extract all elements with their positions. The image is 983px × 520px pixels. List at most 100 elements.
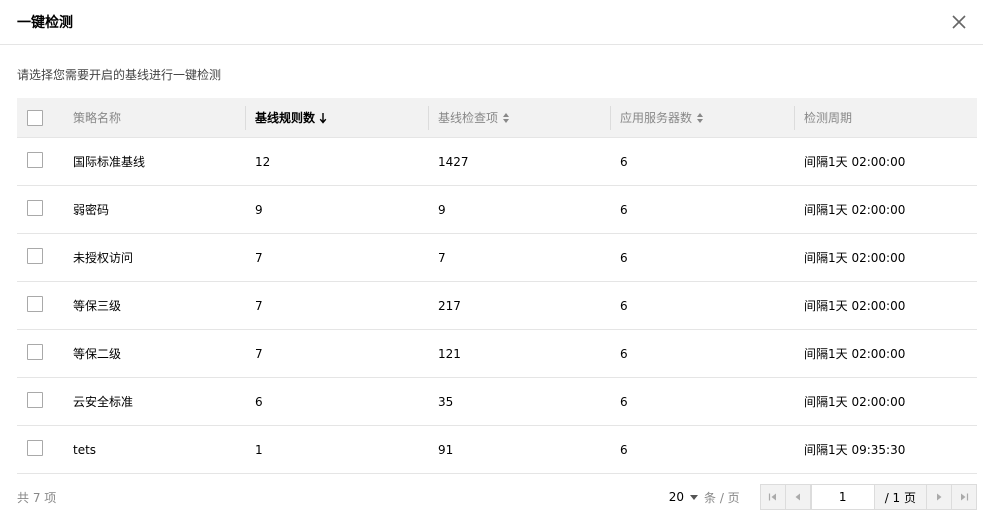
servers-cell: 6 bbox=[610, 155, 794, 169]
rule-count: 7 bbox=[255, 250, 263, 265]
sort-icon[interactable] bbox=[696, 112, 704, 124]
sort-icon[interactable] bbox=[502, 112, 510, 124]
column-label: 基线规则数 bbox=[255, 111, 316, 125]
detection-cycle: 间隔1天 02:00:00 bbox=[804, 203, 906, 217]
page-size-value: 20 bbox=[668, 490, 684, 504]
column-label: 应用服务器数 bbox=[620, 111, 693, 125]
column-divider bbox=[794, 105, 795, 130]
name-cell: 国际标准基线 bbox=[73, 153, 245, 170]
items-cell: 1427 bbox=[428, 155, 610, 169]
policy-name: 等保三级 bbox=[73, 299, 122, 313]
server-count: 6 bbox=[620, 202, 628, 217]
cycle-cell: 间隔1天 02:00:00 bbox=[794, 345, 977, 362]
server-count: 6 bbox=[620, 298, 628, 313]
server-count: 6 bbox=[620, 250, 628, 265]
check-item-count: 91 bbox=[438, 442, 454, 457]
row-check-cell bbox=[17, 344, 73, 363]
close-icon[interactable] bbox=[947, 10, 971, 34]
name-cell: tets bbox=[73, 443, 245, 457]
row-checkbox[interactable] bbox=[27, 248, 43, 264]
detection-cycle: 间隔1天 02:00:00 bbox=[804, 251, 906, 265]
items-cell: 7 bbox=[428, 251, 610, 265]
table-row[interactable]: tets 1 91 6 间隔1天 09:35:30 bbox=[17, 426, 977, 474]
column-header-rules[interactable]: 基线规则数 bbox=[245, 98, 428, 138]
rule-count: 12 bbox=[255, 154, 271, 169]
row-check-cell bbox=[17, 296, 73, 315]
row-checkbox[interactable] bbox=[27, 200, 43, 216]
rule-count: 9 bbox=[255, 202, 263, 217]
row-checkbox[interactable] bbox=[27, 392, 43, 408]
select-all-cell bbox=[17, 98, 73, 138]
column-divider bbox=[428, 105, 429, 130]
policy-name: 等保二级 bbox=[73, 347, 122, 361]
check-item-count: 7 bbox=[438, 250, 446, 265]
select-all-checkbox[interactable] bbox=[27, 109, 43, 126]
name-cell: 云安全标准 bbox=[73, 393, 245, 410]
rules-cell: 7 bbox=[245, 251, 428, 265]
total-count: 共 7 项 bbox=[17, 490, 57, 505]
cycle-cell: 间隔1天 02:00:00 bbox=[794, 297, 977, 314]
items-cell: 35 bbox=[428, 395, 610, 409]
row-checkbox[interactable] bbox=[27, 440, 43, 456]
rule-count: 7 bbox=[255, 298, 263, 313]
server-count: 6 bbox=[620, 442, 628, 457]
rules-cell: 7 bbox=[245, 299, 428, 313]
dialog-description: 请选择您需要开启的基线进行一键检测 bbox=[17, 68, 222, 82]
column-label: 基线检查项 bbox=[438, 111, 499, 125]
rule-count: 6 bbox=[255, 394, 263, 409]
row-checkbox[interactable] bbox=[27, 296, 43, 312]
row-checkbox[interactable] bbox=[27, 152, 43, 168]
policy-name: tets bbox=[73, 442, 97, 457]
items-cell: 217 bbox=[428, 299, 610, 313]
name-cell: 等保三级 bbox=[73, 297, 245, 314]
rules-cell: 1 bbox=[245, 443, 428, 457]
table-header: 策略名称 基线规则数 基线检查项 应用服务器数 检测周期 bbox=[17, 98, 977, 138]
page-size-select[interactable]: 20 bbox=[669, 490, 698, 504]
servers-cell: 6 bbox=[610, 347, 794, 361]
caret-down-icon bbox=[690, 494, 698, 500]
policy-name: 国际标准基线 bbox=[73, 155, 146, 169]
column-header-cycle: 检测周期 bbox=[794, 98, 977, 138]
column-header-servers[interactable]: 应用服务器数 bbox=[610, 98, 794, 138]
servers-cell: 6 bbox=[610, 299, 794, 313]
name-cell: 未授权访问 bbox=[73, 249, 245, 266]
table-row[interactable]: 等保二级 7 121 6 间隔1天 02:00:00 bbox=[17, 330, 977, 378]
row-checkbox[interactable] bbox=[27, 344, 43, 360]
dialog-title: 一键检测 bbox=[17, 15, 73, 31]
items-cell: 91 bbox=[428, 443, 610, 457]
check-item-count: 217 bbox=[438, 298, 461, 313]
page-nav: / 1 页 bbox=[759, 484, 977, 510]
rules-cell: 6 bbox=[245, 395, 428, 409]
table-row[interactable]: 等保三级 7 217 6 间隔1天 02:00:00 bbox=[17, 282, 977, 330]
check-item-count: 121 bbox=[438, 346, 461, 361]
table-row[interactable]: 未授权访问 7 7 6 间隔1天 02:00:00 bbox=[17, 234, 977, 282]
row-check-cell bbox=[17, 200, 73, 219]
last-page-icon[interactable] bbox=[951, 485, 976, 509]
baseline-table: 策略名称 基线规则数 基线检查项 应用服务器数 检测周期 国际标准基线 12 1… bbox=[17, 98, 977, 474]
policy-name: 云安全标准 bbox=[73, 395, 134, 409]
arrow-down-icon[interactable] bbox=[319, 112, 327, 124]
server-count: 6 bbox=[620, 394, 628, 409]
column-header-items[interactable]: 基线检查项 bbox=[428, 98, 610, 138]
row-check-cell bbox=[17, 440, 73, 459]
rules-cell: 12 bbox=[245, 155, 428, 169]
dialog: 一键检测 请选择您需要开启的基线进行一键检测 策略名称 基线规则数 基线检查项 bbox=[0, 0, 983, 520]
server-count: 6 bbox=[620, 346, 628, 361]
table-row[interactable]: 云安全标准 6 35 6 间隔1天 02:00:00 bbox=[17, 378, 977, 426]
prev-page-icon[interactable] bbox=[786, 485, 811, 509]
next-page-icon[interactable] bbox=[926, 485, 951, 509]
name-cell: 等保二级 bbox=[73, 345, 245, 362]
servers-cell: 6 bbox=[610, 395, 794, 409]
table-row[interactable]: 国际标准基线 12 1427 6 间隔1天 02:00:00 bbox=[17, 138, 977, 186]
column-label: 策略名称 bbox=[73, 111, 122, 125]
first-page-icon[interactable] bbox=[761, 485, 786, 509]
table-footer: 共 7 项 20 条 / 页 / 1 页 bbox=[17, 484, 977, 510]
server-count: 6 bbox=[620, 154, 628, 169]
cycle-cell: 间隔1天 09:35:30 bbox=[794, 441, 977, 458]
detection-cycle: 间隔1天 02:00:00 bbox=[804, 155, 906, 169]
row-check-cell bbox=[17, 392, 73, 411]
page-input[interactable] bbox=[810, 485, 875, 509]
total-pages: / 1 页 bbox=[874, 485, 926, 509]
cycle-cell: 间隔1天 02:00:00 bbox=[794, 393, 977, 410]
table-row[interactable]: 弱密码 9 9 6 间隔1天 02:00:00 bbox=[17, 186, 977, 234]
